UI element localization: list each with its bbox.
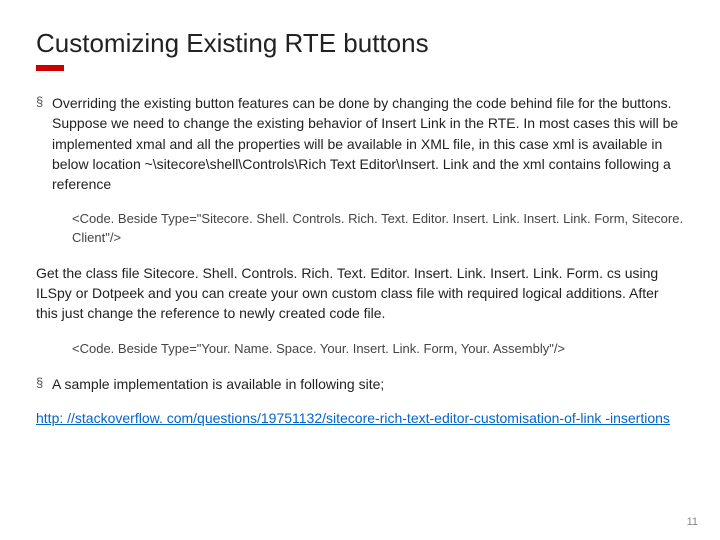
bullet-marker: § — [36, 374, 52, 394]
code-block: <Code. Beside Type="Sitecore. Shell. Con… — [36, 208, 684, 248]
bullet-text: A sample implementation is available in … — [52, 374, 384, 394]
code-block: <Code. Beside Type="Your. Name. Space. Y… — [36, 338, 684, 360]
slide: Customizing Existing RTE buttons § Overr… — [0, 0, 720, 540]
title-underline — [36, 65, 64, 71]
slide-title: Customizing Existing RTE buttons — [36, 28, 684, 59]
bullet-item: § A sample implementation is available i… — [36, 374, 684, 394]
bullet-marker: § — [36, 93, 52, 194]
page-number: 11 — [687, 516, 698, 528]
bullet-text: Overriding the existing button features … — [52, 93, 684, 194]
reference-link[interactable]: http: //stackoverflow. com/questions/197… — [36, 410, 670, 426]
paragraph: Get the class file Sitecore. Shell. Cont… — [36, 263, 684, 324]
bullet-item: § Overriding the existing button feature… — [36, 93, 684, 194]
